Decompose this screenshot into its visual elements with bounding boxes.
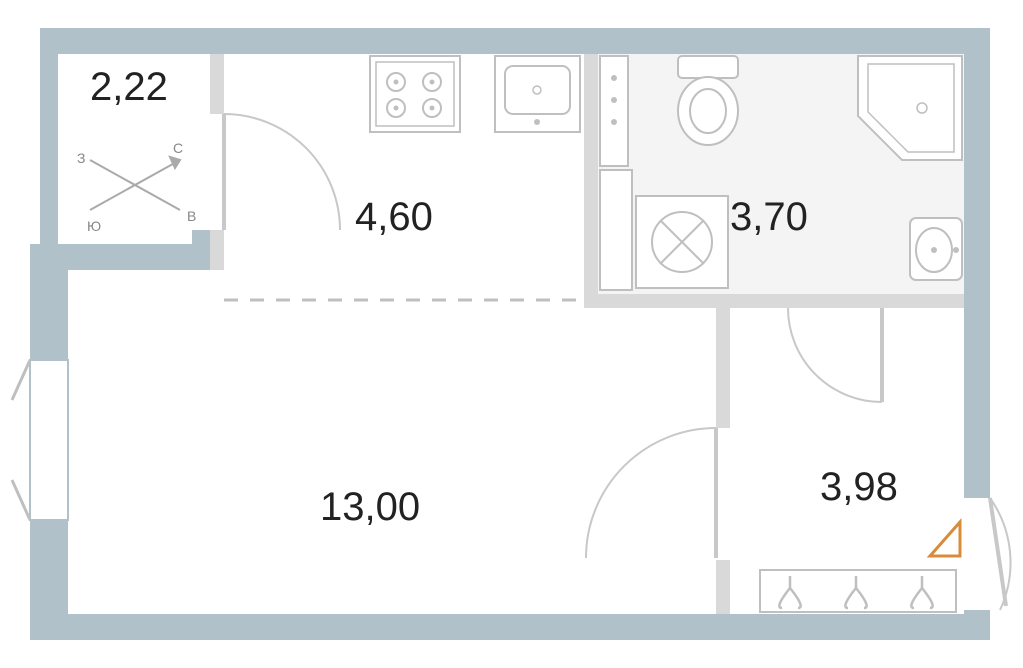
kitchen-room: 4,60: [355, 56, 580, 239]
balcony-room: 2,22: [90, 65, 168, 109]
bathroom-area-label: 3,70: [730, 195, 808, 239]
shaft-icon: [600, 170, 632, 290]
living-room: 13,00: [320, 485, 420, 529]
living-area-label: 13,00: [320, 485, 420, 529]
kitchen-area-label: 4,60: [355, 195, 433, 239]
compass-e: В: [187, 208, 196, 224]
compass-icon: С З В Ю: [77, 140, 196, 234]
compass-s: Ю: [87, 218, 101, 234]
washer-icon: [636, 196, 728, 288]
kitchen-sink-icon: [495, 56, 580, 132]
living-hall-door: [586, 428, 716, 558]
coat-hooks-icon: [760, 570, 956, 612]
hall-room: 3,98: [760, 465, 956, 612]
basin-icon: [910, 218, 962, 280]
left-window-break: [12, 360, 68, 520]
bathroom-door: [788, 308, 882, 402]
balcony-area-label: 2,22: [90, 65, 168, 109]
hall-area-label: 3,98: [820, 465, 898, 509]
compass-n: С: [173, 140, 183, 156]
floor-plan: 2,22 С З В Ю 4,60: [0, 0, 1023, 668]
entry-door: [990, 498, 1011, 610]
bathroom-room: 3,70: [598, 54, 964, 402]
stove-icon: [370, 56, 460, 132]
compass-w: З: [77, 150, 85, 166]
duct-icon: [600, 56, 628, 166]
entry-marker-icon: [930, 522, 960, 556]
balcony-door: [224, 114, 340, 230]
toilet-icon: [678, 56, 738, 145]
